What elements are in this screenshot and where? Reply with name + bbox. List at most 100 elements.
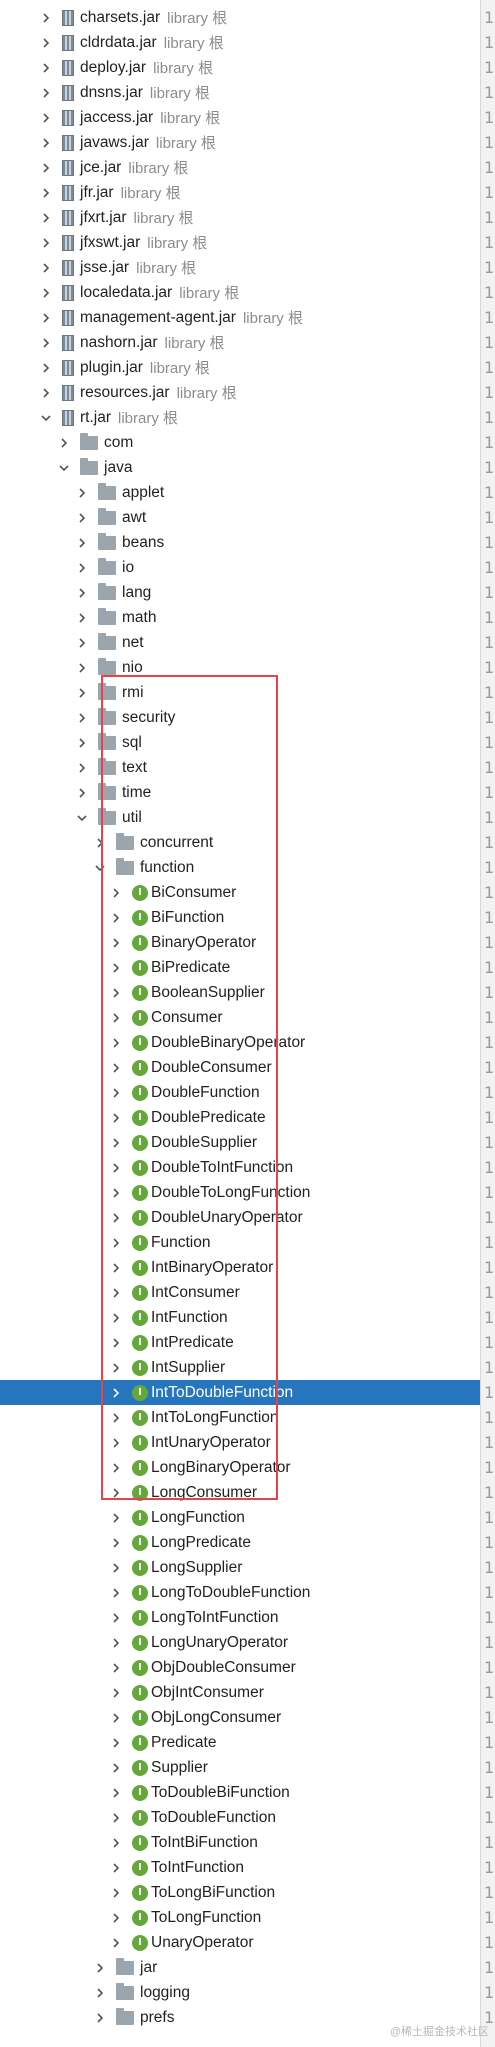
chevron-right-icon[interactable] (110, 1655, 122, 1680)
tree-node-jar[interactable]: management-agent.jar library 根 (0, 305, 480, 330)
chevron-right-icon[interactable] (76, 555, 88, 580)
chevron-right-icon[interactable] (110, 1105, 122, 1130)
tree-node-jar[interactable]: deploy.jar library 根 (0, 55, 480, 80)
tree-node-interface[interactable]: I Supplier (0, 1755, 480, 1780)
chevron-right-icon[interactable] (76, 630, 88, 655)
chevron-right-icon[interactable] (110, 930, 122, 955)
chevron-right-icon[interactable] (110, 1780, 122, 1805)
tree-node-package[interactable]: nio (0, 655, 480, 680)
tree-node-interface[interactable]: I ObjDoubleConsumer (0, 1655, 480, 1680)
chevron-right-icon[interactable] (76, 605, 88, 630)
chevron-right-icon[interactable] (110, 1205, 122, 1230)
tree-node-interface[interactable]: I ObjIntConsumer (0, 1680, 480, 1705)
tree-node-interface[interactable]: I BinaryOperator (0, 930, 480, 955)
chevron-right-icon[interactable] (110, 1355, 122, 1380)
tree-node-package[interactable]: beans (0, 530, 480, 555)
tree-node-interface[interactable]: I BiConsumer (0, 880, 480, 905)
chevron-right-icon[interactable] (76, 480, 88, 505)
chevron-right-icon[interactable] (40, 180, 52, 205)
tree-node-package[interactable]: text (0, 755, 480, 780)
chevron-right-icon[interactable] (110, 955, 122, 980)
tree-node-interface[interactable]: I LongUnaryOperator (0, 1630, 480, 1655)
chevron-right-icon[interactable] (40, 5, 52, 30)
tree-node-jar[interactable]: javaws.jar library 根 (0, 130, 480, 155)
tree-node-jar[interactable]: jfr.jar library 根 (0, 180, 480, 205)
tree-node-interface[interactable]: I Predicate (0, 1730, 480, 1755)
tree-node-package[interactable]: math (0, 605, 480, 630)
tree-node-interface[interactable]: I IntFunction (0, 1305, 480, 1330)
chevron-right-icon[interactable] (110, 1055, 122, 1080)
tree-node-interface[interactable]: I DoubleToIntFunction (0, 1155, 480, 1180)
chevron-right-icon[interactable] (40, 255, 52, 280)
tree-node-package[interactable]: awt (0, 505, 480, 530)
tree-node-jar[interactable]: resources.jar library 根 (0, 380, 480, 405)
chevron-right-icon[interactable] (40, 55, 52, 80)
chevron-right-icon[interactable] (76, 730, 88, 755)
tree-node-interface[interactable]: I LongFunction (0, 1505, 480, 1530)
tree-node-package[interactable]: net (0, 630, 480, 655)
tree-node-package[interactable]: com (0, 430, 480, 455)
tree-node-package[interactable]: io (0, 555, 480, 580)
chevron-right-icon[interactable] (110, 1005, 122, 1030)
chevron-right-icon[interactable] (94, 1955, 106, 1980)
chevron-right-icon[interactable] (110, 1080, 122, 1105)
tree-node-jar[interactable]: localedata.jar library 根 (0, 280, 480, 305)
chevron-right-icon[interactable] (110, 1030, 122, 1055)
tree-node-interface[interactable]: I ToLongFunction (0, 1905, 480, 1930)
chevron-right-icon[interactable] (110, 1130, 122, 1155)
tree-node-interface[interactable]: I ToDoubleFunction (0, 1805, 480, 1830)
tree-node-jar[interactable]: nashorn.jar library 根 (0, 330, 480, 355)
chevron-right-icon[interactable] (110, 1855, 122, 1880)
tree-node-interface[interactable]: I Function (0, 1230, 480, 1255)
tree-node-interface[interactable]: I BiFunction (0, 905, 480, 930)
chevron-right-icon[interactable] (40, 280, 52, 305)
tree-node-interface[interactable]: I DoublePredicate (0, 1105, 480, 1130)
tree-node-interface[interactable]: I IntBinaryOperator (0, 1255, 480, 1280)
chevron-right-icon[interactable] (76, 755, 88, 780)
tree-node-interface[interactable]: I BiPredicate (0, 955, 480, 980)
chevron-right-icon[interactable] (110, 1455, 122, 1480)
chevron-right-icon[interactable] (76, 680, 88, 705)
tree-node-interface[interactable]: I DoubleUnaryOperator (0, 1205, 480, 1230)
tree-node-package[interactable]: function (0, 855, 480, 880)
tree-node-interface[interactable]: I DoubleSupplier (0, 1130, 480, 1155)
tree-node-interface[interactable]: I LongConsumer (0, 1480, 480, 1505)
chevron-right-icon[interactable] (94, 830, 106, 855)
tree-node-interface[interactable]: I Consumer (0, 1005, 480, 1030)
tree-node-interface[interactable]: I DoubleBinaryOperator (0, 1030, 480, 1055)
chevron-right-icon[interactable] (110, 1755, 122, 1780)
tree-node-interface[interactable]: I LongBinaryOperator (0, 1455, 480, 1480)
chevron-right-icon[interactable] (110, 1380, 122, 1405)
chevron-right-icon[interactable] (110, 1830, 122, 1855)
tree-node-interface[interactable]: I IntToLongFunction (0, 1405, 480, 1430)
tree-node-interface[interactable]: I DoubleFunction (0, 1080, 480, 1105)
chevron-right-icon[interactable] (110, 1230, 122, 1255)
chevron-right-icon[interactable] (76, 655, 88, 680)
tree-node-interface[interactable]: I LongPredicate (0, 1530, 480, 1555)
tree-node-package[interactable]: time (0, 780, 480, 805)
tree-node-jar[interactable]: jfxswt.jar library 根 (0, 230, 480, 255)
chevron-right-icon[interactable] (94, 1980, 106, 2005)
tree-node-interface[interactable]: I ToDoubleBiFunction (0, 1780, 480, 1805)
tree-node-package[interactable]: sql (0, 730, 480, 755)
chevron-right-icon[interactable] (40, 330, 52, 355)
chevron-right-icon[interactable] (110, 1805, 122, 1830)
tree-node-interface[interactable]: I BooleanSupplier (0, 980, 480, 1005)
tree-node-interface[interactable]: I LongToDoubleFunction (0, 1580, 480, 1605)
tree-node-jar[interactable]: plugin.jar library 根 (0, 355, 480, 380)
tree-node-interface[interactable]: I DoubleConsumer (0, 1055, 480, 1080)
chevron-right-icon[interactable] (40, 380, 52, 405)
chevron-right-icon[interactable] (110, 980, 122, 1005)
tree-node-package[interactable]: jar (0, 1955, 480, 1980)
chevron-down-icon[interactable] (76, 805, 88, 830)
tree-node-interface[interactable]: I ToIntBiFunction (0, 1830, 480, 1855)
chevron-right-icon[interactable] (110, 1255, 122, 1280)
tree-node-package[interactable]: java (0, 455, 480, 480)
chevron-right-icon[interactable] (40, 230, 52, 255)
chevron-right-icon[interactable] (110, 1555, 122, 1580)
chevron-right-icon[interactable] (110, 1880, 122, 1905)
chevron-right-icon[interactable] (76, 705, 88, 730)
chevron-right-icon[interactable] (110, 1530, 122, 1555)
chevron-right-icon[interactable] (76, 780, 88, 805)
tree-node-interface[interactable]: I IntSupplier (0, 1355, 480, 1380)
